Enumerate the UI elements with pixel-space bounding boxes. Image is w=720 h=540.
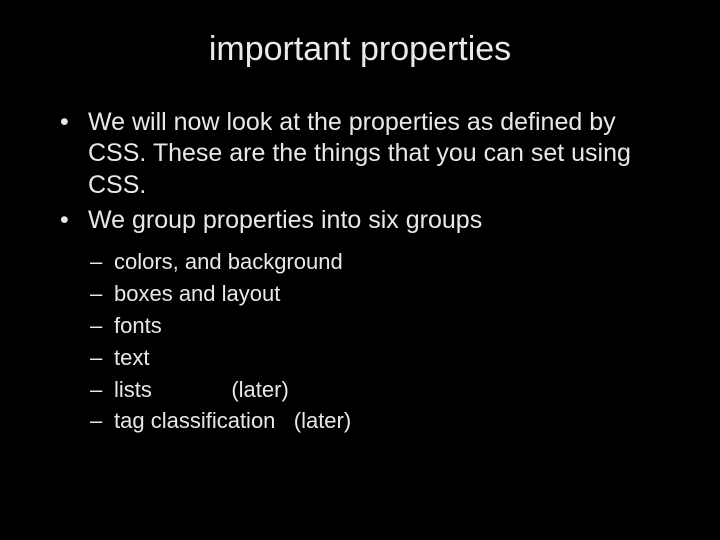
sub-item: lists (later) (90, 374, 680, 406)
sub-list: colors, and background boxes and layout … (90, 246, 680, 437)
sub-item: fonts (90, 310, 680, 342)
sub-item: boxes and layout (90, 278, 680, 310)
sub-item: text (90, 342, 680, 374)
slide-title: important properties (40, 30, 680, 69)
bullet-item: We group properties into six groups (60, 205, 680, 236)
slide: important properties We will now look at… (0, 0, 720, 540)
sub-item: tag classification (later) (90, 405, 680, 437)
bullet-list: We will now look at the properties as de… (60, 107, 680, 236)
bullet-item: We will now look at the properties as de… (60, 107, 680, 201)
sub-item: colors, and background (90, 246, 680, 278)
